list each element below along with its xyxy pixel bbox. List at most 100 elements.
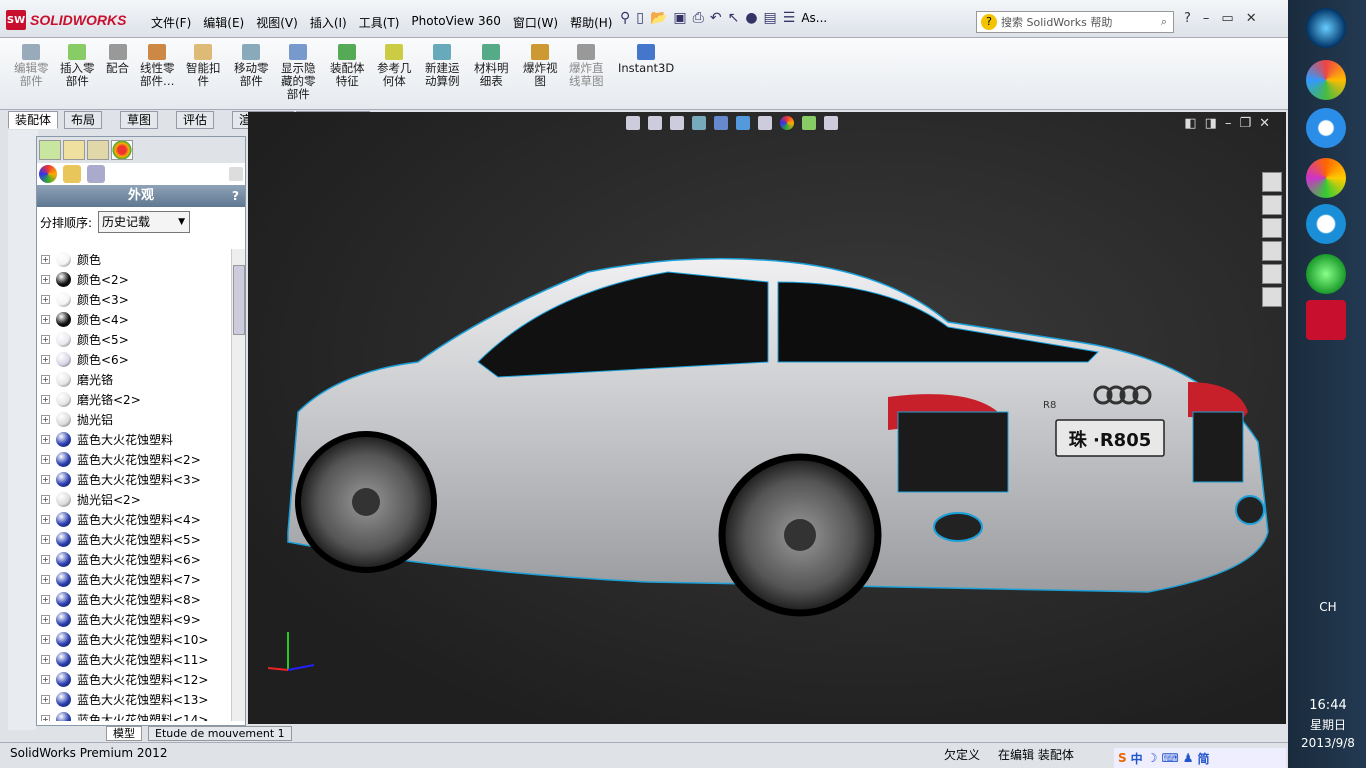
- app-icon-pinwheel[interactable]: [1306, 60, 1346, 100]
- appearance-item[interactable]: + 蓝色大火花蚀塑料<9>: [37, 609, 231, 629]
- tray-time[interactable]: 16:44: [1290, 698, 1366, 713]
- appearance-view-icon[interactable]: [39, 165, 57, 183]
- apply-scene-icon[interactable]: [802, 116, 816, 130]
- minimize-icon[interactable]: –: [1203, 11, 1210, 26]
- appearance-item[interactable]: + 颜色<6>: [37, 349, 231, 369]
- ie-icon[interactable]: [1306, 108, 1346, 148]
- maximize-icon[interactable]: ▭: [1221, 11, 1233, 26]
- print-icon[interactable]: ⎙: [693, 10, 704, 26]
- sort-dropdown[interactable]: 历史记载: [98, 211, 191, 233]
- property-manager-tab-icon[interactable]: [63, 140, 85, 160]
- appearance-item[interactable]: + 颜色<3>: [37, 289, 231, 309]
- expand-icon[interactable]: +: [41, 394, 50, 404]
- sogou-browser-icon[interactable]: [1306, 204, 1346, 244]
- expand-icon[interactable]: +: [41, 334, 50, 344]
- ribbon-button-0[interactable]: 编辑零 部件: [14, 44, 49, 88]
- ribbon-button-4[interactable]: 智能扣 件: [186, 44, 221, 88]
- view-settings-icon[interactable]: [824, 116, 838, 130]
- feature-manager-tab-icon[interactable]: [39, 140, 61, 160]
- select-icon[interactable]: ↖: [728, 10, 740, 26]
- appearance-item[interactable]: + 蓝色大火花蚀塑料<10>: [37, 629, 231, 649]
- menu-file[interactable]: 文件(F): [145, 14, 197, 31]
- appearance-item[interactable]: + 蓝色大火花蚀塑料<11>: [37, 649, 231, 669]
- appearance-item[interactable]: + 蓝色大火花蚀塑料<6>: [37, 549, 231, 569]
- appearance-item[interactable]: + 蓝色大火花蚀塑料<12>: [37, 669, 231, 689]
- expand-icon[interactable]: +: [41, 354, 50, 364]
- car-model[interactable]: 珠 ·R805 R8: [248, 112, 1286, 724]
- start-button-icon[interactable]: [1306, 8, 1346, 48]
- help-search[interactable]: ? 搜索 SolidWorks 帮助 ⌕: [976, 11, 1174, 33]
- expand-icon[interactable]: +: [41, 414, 50, 424]
- tab-0[interactable]: 装配体: [8, 111, 59, 129]
- expand-icon[interactable]: +: [41, 594, 50, 604]
- tab-motion-study[interactable]: Etude de mouvement 1: [148, 726, 292, 741]
- expand-icon[interactable]: +: [41, 514, 50, 524]
- viewport-prev-icon[interactable]: ◧: [1184, 116, 1196, 131]
- graphics-viewport[interactable]: 珠 ·R805 R8 ◧ ◨ – ❐ ✕: [248, 112, 1286, 724]
- tray-lang[interactable]: CH: [1290, 600, 1366, 614]
- ribbon-button-8[interactable]: 参考几 何体: [377, 44, 412, 88]
- viewport-next-icon[interactable]: ◨: [1205, 116, 1217, 131]
- tab-1[interactable]: 布局: [64, 111, 103, 129]
- expand-icon[interactable]: +: [41, 634, 50, 644]
- appearance-item[interactable]: + 颜色<5>: [37, 329, 231, 349]
- moon-icon[interactable]: ☽: [1147, 751, 1158, 765]
- appearance-item[interactable]: + 磨光铬<2>: [37, 389, 231, 409]
- ribbon-button-9[interactable]: 新建运 动算例: [425, 44, 460, 88]
- appearance-item[interactable]: + 蓝色大火花蚀塑料<14>: [37, 709, 231, 721]
- expand-icon[interactable]: +: [41, 274, 50, 284]
- appearance-item[interactable]: + 蓝色大火花蚀塑料<7>: [37, 569, 231, 589]
- expand-icon[interactable]: +: [41, 614, 50, 624]
- zoom-area-icon[interactable]: [648, 116, 662, 130]
- ribbon-button-10[interactable]: 材料明 细表: [474, 44, 509, 88]
- open-file-icon[interactable]: 📂: [650, 10, 667, 26]
- menu-help[interactable]: 帮助(H): [564, 14, 618, 31]
- appearance-item[interactable]: + 蓝色大火花蚀塑料<5>: [37, 529, 231, 549]
- ribbon-button-1[interactable]: 插入零 部件: [60, 44, 95, 88]
- design-library-icon[interactable]: [1262, 195, 1282, 215]
- edit-appearance-icon[interactable]: [780, 116, 794, 130]
- ime-mode[interactable]: 中: [1131, 750, 1143, 767]
- expand-icon[interactable]: +: [41, 574, 50, 584]
- appearance-item[interactable]: + 蓝色大火花蚀塑料<8>: [37, 589, 231, 609]
- display-style-icon[interactable]: [736, 116, 750, 130]
- hide-show-icon[interactable]: [758, 116, 772, 130]
- menu-edit[interactable]: 编辑(E): [197, 14, 250, 31]
- menu-tools[interactable]: 工具(T): [353, 14, 406, 31]
- help-icon[interactable]: ?: [1184, 11, 1191, 26]
- viewport-close-icon[interactable]: ✕: [1259, 116, 1270, 131]
- zoom-to-fit-icon[interactable]: [626, 116, 640, 130]
- undo-icon[interactable]: ↶: [710, 10, 722, 26]
- expand-icon[interactable]: +: [41, 434, 50, 444]
- ribbon-button-12[interactable]: 爆炸直 线草图: [569, 44, 604, 88]
- app-icon-green[interactable]: [1306, 254, 1346, 294]
- ribbon-button-13[interactable]: Instant3D: [618, 44, 674, 75]
- keyboard-icon[interactable]: ⌨: [1161, 751, 1178, 765]
- menu-window[interactable]: 窗口(W): [507, 14, 564, 31]
- ribbon-button-11[interactable]: 爆炸视 图: [523, 44, 558, 88]
- solidworks-logo[interactable]: SW SOLIDWORKS: [6, 9, 126, 31]
- panel-help[interactable]: ?: [232, 185, 239, 207]
- expand-icon[interactable]: +: [41, 694, 50, 704]
- appearance-item[interactable]: + 蓝色大火花蚀塑料<2>: [37, 449, 231, 469]
- viewport-minimize-icon[interactable]: –: [1225, 116, 1232, 131]
- app-icon-colorful[interactable]: [1306, 158, 1346, 198]
- ime-script[interactable]: 简: [1198, 750, 1210, 767]
- appearance-item[interactable]: + 颜色<2>: [37, 269, 231, 289]
- sogou-ime-icon[interactable]: S: [1118, 751, 1127, 765]
- section-view-icon[interactable]: [692, 116, 706, 130]
- rebuild-icon[interactable]: ●: [745, 10, 757, 26]
- ribbon-button-5[interactable]: 移动零 部件: [234, 44, 269, 88]
- tab-3[interactable]: 评估: [176, 111, 215, 129]
- ribbon-button-2[interactable]: 配合: [106, 44, 129, 75]
- menu-photoview[interactable]: PhotoView 360: [405, 14, 506, 31]
- appearance-item[interactable]: + 抛光铝<2>: [37, 489, 231, 509]
- expand-icon[interactable]: +: [41, 654, 50, 664]
- view-orientation-icon[interactable]: [714, 116, 728, 130]
- view-palette-icon[interactable]: [1262, 241, 1282, 261]
- scene-view-icon[interactable]: [87, 165, 105, 183]
- search-icon[interactable]: ⌕: [1161, 15, 1167, 29]
- decal-view-icon[interactable]: [63, 165, 81, 183]
- display-manager-tab-icon[interactable]: [111, 140, 133, 160]
- solidworks-taskbar-icon[interactable]: [1306, 300, 1346, 340]
